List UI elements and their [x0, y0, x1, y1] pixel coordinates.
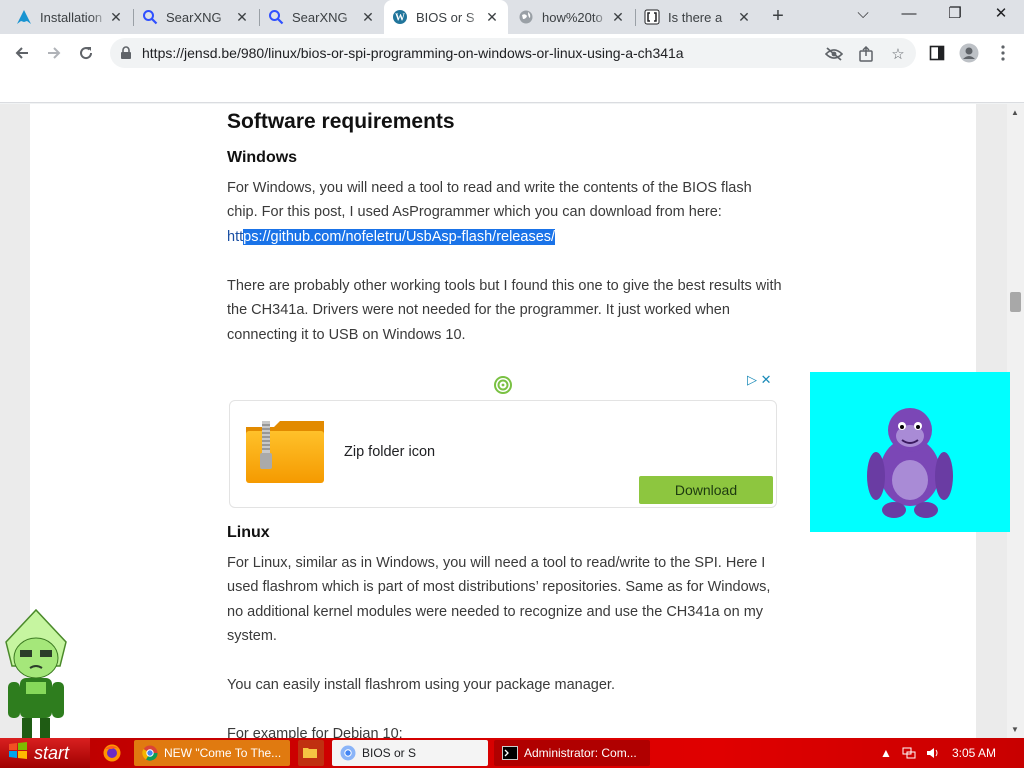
windows-flag-icon — [8, 741, 28, 765]
linux-paragraph: For Linux, similar as in Windows, you wi… — [227, 555, 771, 645]
close-icon[interactable]: ✕ — [484, 9, 500, 26]
windows-paragraph: For Windows, you will need a tool to rea… — [227, 176, 783, 249]
tab-search-chevron-icon[interactable]: ⌵ — [840, 0, 886, 30]
taskbar-button-label: BIOS or S — [362, 746, 417, 760]
ad-title: Zip folder icon — [344, 444, 436, 460]
address-bar[interactable]: https://jensd.be/980/linux/bios-or-spi-p… — [110, 38, 916, 68]
chrome-icon — [340, 745, 356, 761]
tab-label: Is there a — [668, 9, 723, 25]
taskbar-chrome-window-1[interactable]: NEW "Come To The... — [134, 740, 290, 766]
taskbar-cmd-window[interactable]: Administrator: Com... — [494, 740, 650, 766]
chrome-icon — [142, 745, 158, 761]
tab-searxng-2[interactable]: SearXNG ✕ — [260, 0, 384, 34]
windows-paragraph-2: There are probably other working tools b… — [227, 278, 782, 343]
taskbar-chrome-window-2[interactable]: BIOS or S — [332, 740, 488, 766]
selected-link-text: ps://github.com/nofeletru/UsbAsp-flash/r… — [243, 228, 556, 245]
tab-label: Installation — [40, 9, 103, 25]
start-button[interactable]: start — [0, 738, 90, 768]
bookmark-star-icon[interactable]: ☆ — [888, 44, 908, 64]
restore-button[interactable]: ❐ — [932, 0, 978, 30]
bracket-icon — [644, 9, 660, 25]
ad-download-button[interactable]: Download — [639, 476, 773, 504]
linux-paragraph-2: You can easily install flashrom using yo… — [227, 677, 615, 693]
eye-off-icon[interactable] — [824, 44, 844, 64]
lock-icon[interactable] — [120, 46, 132, 65]
tab-how-to[interactable]: how%20to ✕ — [510, 0, 634, 34]
side-panel-icon[interactable] — [926, 42, 948, 64]
tab-installation[interactable]: Installation ✕ — [8, 0, 132, 34]
taskbar: start NEW "Come To The... BIOS or S Admi… — [0, 738, 1024, 768]
minimize-button[interactable]: — — [886, 0, 932, 30]
cmd-icon — [502, 745, 518, 761]
browser-toolbar: https://jensd.be/980/linux/bios-or-spi-p… — [0, 34, 1024, 72]
windows-heading: Windows — [227, 149, 298, 166]
search-icon — [268, 9, 284, 25]
search-icon — [142, 9, 158, 25]
adchoices-icon[interactable]: ▷ ✕ — [747, 372, 772, 388]
more-menu-icon[interactable] — [992, 42, 1014, 64]
network-icon[interactable] — [902, 746, 916, 763]
share-icon[interactable] — [856, 44, 876, 64]
ad-banner[interactable]: Zip folder icon Download — [229, 400, 777, 508]
new-tab-button[interactable]: + — [766, 5, 790, 29]
linux-paragraph-3: For example for Debian 10: — [227, 726, 403, 738]
taskbar-button-label: NEW "Come To The... — [164, 746, 282, 760]
zip-folder-icon — [244, 419, 328, 490]
scroll-down-icon[interactable]: ▼ — [1011, 725, 1019, 734]
scroll-up-icon[interactable]: ▲ — [1011, 108, 1019, 117]
tab-strip: Installation ✕ SearXNG ✕ SearXNG ✕ W BIO… — [0, 0, 1024, 34]
tab-bios-or-spi[interactable]: W BIOS or S ✕ — [384, 0, 508, 34]
close-icon[interactable]: ✕ — [108, 9, 124, 26]
tab-searxng-1[interactable]: SearXNG ✕ — [134, 0, 258, 34]
wordpress-icon: W — [392, 9, 408, 25]
tab-label: SearXNG — [166, 9, 222, 25]
svg-text:W: W — [395, 13, 405, 24]
tab-is-there[interactable]: Is there a ✕ — [636, 0, 760, 34]
purple-gorilla-icon — [867, 408, 953, 518]
bookmark-bar — [0, 72, 1024, 103]
section-heading: Software requirements — [227, 110, 455, 133]
taskbar-button-label: Administrator: Com... — [524, 746, 637, 760]
tab-label: BIOS or S — [416, 9, 475, 25]
volume-icon[interactable] — [926, 746, 940, 763]
system-tray: ▲ 3:05 AM — [872, 738, 1024, 768]
close-icon[interactable]: ✕ — [610, 9, 626, 26]
back-button[interactable] — [8, 39, 36, 67]
windows-paragraph-text: For Windows, you will need a tool to rea… — [227, 180, 752, 221]
tray-expand-icon[interactable]: ▲ — [880, 746, 892, 760]
arch-icon — [16, 9, 32, 25]
ad-network-icon — [493, 375, 513, 400]
profile-avatar-icon[interactable] — [958, 42, 980, 64]
forward-button[interactable] — [40, 39, 68, 67]
globe-icon — [518, 9, 534, 25]
clock[interactable]: 3:05 AM — [952, 746, 996, 760]
url-text: https://jensd.be/980/linux/bios-or-spi-p… — [142, 45, 684, 61]
download-link[interactable]: https://github.com/nofeletru/UsbAsp-flas… — [227, 228, 556, 245]
close-window-button[interactable]: ✕ — [978, 0, 1024, 30]
close-icon[interactable]: ✕ — [234, 9, 250, 26]
link-prefix: htt — [227, 228, 244, 245]
folder-icon — [302, 745, 318, 761]
close-icon[interactable]: ✕ — [736, 9, 752, 26]
tab-label: SearXNG — [292, 9, 348, 25]
start-label: start — [34, 742, 70, 763]
desktop-assistant-window[interactable] — [810, 372, 1010, 532]
close-icon[interactable]: ✕ — [360, 9, 376, 26]
tab-label: how%20to — [542, 9, 603, 25]
taskbar-folder-button[interactable] — [298, 740, 324, 766]
reload-button[interactable] — [72, 39, 100, 67]
scroll-thumb[interactable] — [1010, 292, 1021, 312]
linux-heading: Linux — [227, 524, 270, 541]
peridot-character-icon — [0, 608, 72, 740]
firefox-icon[interactable] — [102, 743, 122, 763]
